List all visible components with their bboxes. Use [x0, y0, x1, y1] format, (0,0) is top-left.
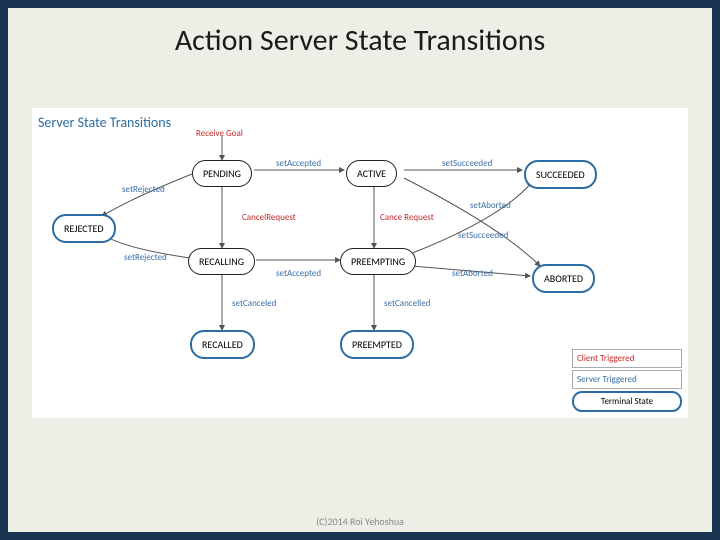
legend: Client Triggered Server Triggered Termin…	[572, 347, 682, 412]
label-set-accepted: setAccepted	[276, 158, 321, 169]
label-set-canceled: setCanceled	[232, 298, 276, 309]
label-set-accepted2: setAccepted	[276, 268, 321, 279]
state-recalling: RECALLING	[188, 248, 255, 275]
state-preempting: PREEMPTING	[340, 248, 416, 275]
state-active: ACTIVE	[346, 160, 397, 187]
legend-client: Client Triggered	[572, 349, 682, 368]
label-set-rejected: setRejected	[122, 184, 165, 195]
label-set-rejected2: setRejected	[124, 252, 167, 263]
label-set-succeeded2: setSucceeded	[458, 230, 508, 241]
label-cance-request: Cance Request	[380, 212, 434, 223]
label-set-cancelled: setCancelled	[384, 298, 430, 309]
label-set-succeeded: setSucceeded	[442, 158, 492, 169]
diagram-canvas: Server State Transitions	[32, 108, 688, 418]
label-set-aborted2: setAborted	[452, 268, 493, 279]
legend-terminal: Terminal State	[572, 391, 682, 412]
state-aborted: ABORTED	[532, 264, 595, 293]
state-pending: PENDING	[192, 160, 252, 187]
slide: Action Server State Transitions Server S…	[8, 8, 712, 532]
slide-title: Action Server State Transitions	[8, 8, 712, 65]
label-receive-goal: Receive Goal	[196, 128, 243, 139]
diagram-title: Server State Transitions	[38, 114, 171, 131]
label-set-aborted: setAborted	[470, 200, 511, 211]
legend-server: Server Triggered	[572, 370, 682, 389]
state-preempted: PREEMPTED	[340, 330, 414, 359]
state-rejected: REJECTED	[52, 214, 116, 243]
footer-copyright: (C)2014 Roi Yehoshua	[8, 515, 712, 528]
state-recalled: RECALLED	[190, 330, 255, 359]
state-succeeded: SUCCEEDED	[524, 160, 597, 189]
label-cancel-request: CancelRequest	[242, 212, 296, 223]
